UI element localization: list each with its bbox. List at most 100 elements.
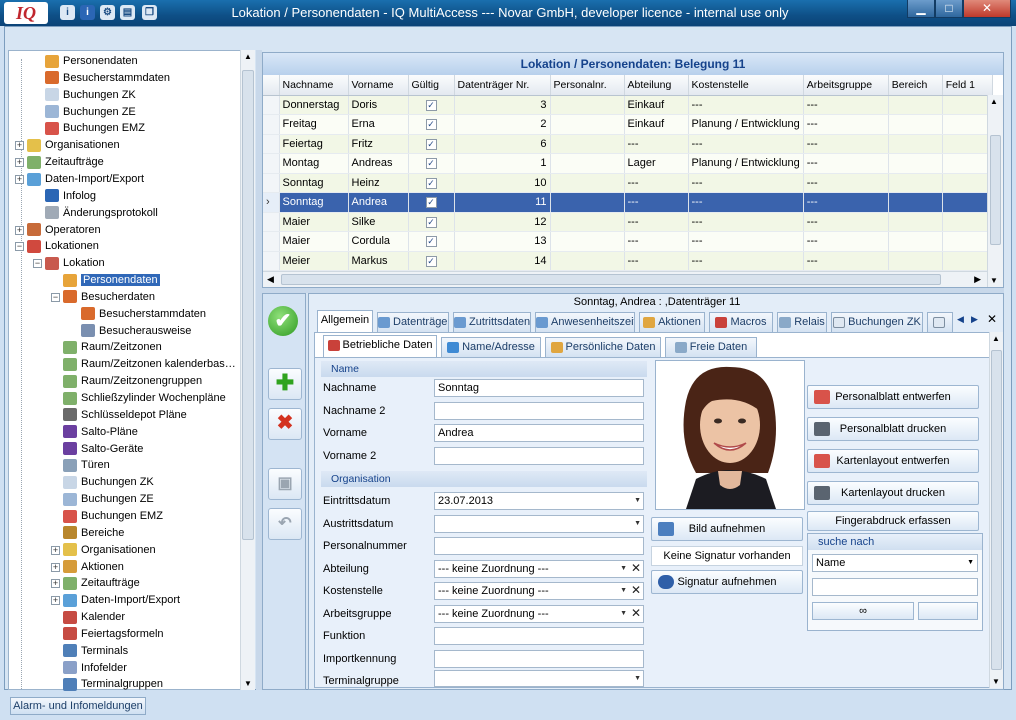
- terminalgruppe-field[interactable]: ▼: [434, 670, 644, 687]
- row-indicator[interactable]: [263, 134, 280, 154]
- valid-checkbox[interactable]: ✓: [408, 231, 455, 252]
- tab-more[interactable]: [927, 312, 953, 332]
- document-icon[interactable]: ▤: [120, 5, 135, 20]
- table-cell[interactable]: [888, 134, 943, 154]
- column-header[interactable]: Gültig: [408, 75, 455, 96]
- table-cell[interactable]: [942, 134, 993, 154]
- table-cell[interactable]: 11: [454, 192, 551, 213]
- table-cell[interactable]: Planung / Entwicklung: [688, 153, 804, 174]
- search-type-select[interactable]: Name ▼: [812, 554, 978, 572]
- info-icon[interactable]: i: [80, 5, 95, 20]
- table-cell[interactable]: Lager: [624, 153, 689, 174]
- alarm-info-tab[interactable]: Alarm- und Infomeldungen: [10, 697, 146, 715]
- clear-icon[interactable]: ✕: [631, 560, 641, 576]
- tree-item[interactable]: Terminals: [63, 643, 128, 660]
- tree-item[interactable]: Kalender: [63, 609, 125, 626]
- fingerabdruck-button[interactable]: Fingerabdruck erfassen: [807, 511, 979, 531]
- dropdown-arrow-icon[interactable]: ▼: [967, 555, 974, 571]
- clear-icon[interactable]: ✕: [631, 605, 641, 621]
- table-cell[interactable]: [942, 95, 993, 115]
- table-cell[interactable]: ---: [803, 134, 889, 154]
- scroll-up-icon[interactable]: ▲: [242, 52, 254, 61]
- search-reset-button[interactable]: [918, 602, 978, 620]
- tree-item[interactable]: Besucherausweise: [81, 323, 191, 340]
- tree-item[interactable]: Personendaten: [45, 53, 138, 70]
- column-header[interactable]: Personalnr.: [550, 75, 625, 96]
- tree-item[interactable]: Buchungen ZE: [45, 104, 136, 121]
- table-cell[interactable]: [942, 153, 993, 174]
- table-cell[interactable]: 3: [454, 95, 551, 115]
- table-cell[interactable]: [550, 251, 625, 271]
- tree-item[interactable]: Türen: [63, 457, 110, 474]
- table-cell[interactable]: Andrea: [348, 192, 409, 213]
- tab-datentraeger[interactable]: Datenträger: [377, 312, 449, 332]
- valid-checkbox[interactable]: ✓: [408, 192, 455, 213]
- table-cell[interactable]: [942, 173, 993, 193]
- tree-item[interactable]: + Operatoren: [15, 222, 101, 239]
- dropdown-arrow-icon[interactable]: ▼: [620, 561, 627, 577]
- tree-item[interactable]: − Besucherdaten: [51, 289, 155, 306]
- table-cell[interactable]: [942, 192, 993, 213]
- table-cell[interactable]: ---: [624, 212, 689, 232]
- tree-scrollbar[interactable]: ▲ ▼: [240, 50, 255, 690]
- table-cell[interactable]: Heinz: [348, 173, 409, 193]
- kostenstelle-select[interactable]: --- keine Zuordnung --- ▼ ✕: [434, 582, 644, 600]
- tree-item[interactable]: Terminalgruppen: [63, 676, 163, 693]
- table-cell[interactable]: 10: [454, 173, 551, 193]
- nachname2-field[interactable]: [434, 402, 644, 420]
- table-cell[interactable]: ---: [688, 95, 804, 115]
- confirm-button[interactable]: ✔: [268, 306, 302, 338]
- table-cell[interactable]: [550, 114, 625, 135]
- tree-item[interactable]: + Zeitaufträge: [51, 575, 140, 592]
- collapse-icon[interactable]: −: [15, 242, 24, 252]
- table-cell[interactable]: [888, 192, 943, 213]
- row-indicator[interactable]: [263, 173, 280, 193]
- table-cell[interactable]: [550, 153, 625, 174]
- tree-scroll-thumb[interactable]: [242, 70, 254, 540]
- tree-item[interactable]: + Zeitaufträge: [15, 154, 104, 171]
- add-button[interactable]: ✚: [268, 368, 302, 400]
- table-row[interactable]: Donnerstag Doris ✓ 3 Einkauf --- ---: [263, 95, 993, 115]
- expand-icon[interactable]: +: [51, 596, 60, 606]
- table-cell[interactable]: ---: [624, 231, 689, 252]
- tree-item[interactable]: Buchungen EMZ: [45, 120, 145, 137]
- collapse-icon[interactable]: −: [51, 292, 60, 302]
- table-cell[interactable]: [550, 134, 625, 154]
- tree-item[interactable]: Buchungen EMZ: [63, 508, 163, 525]
- table-cell[interactable]: 14: [454, 251, 551, 271]
- table-cell[interactable]: Sonntag: [279, 192, 349, 213]
- grid-hscroll-thumb[interactable]: [281, 274, 941, 285]
- eintrittsdatum-field[interactable]: 23.07.2013 ▼: [434, 492, 644, 510]
- column-header[interactable]: Vorname: [348, 75, 409, 96]
- tree-item[interactable]: Buchungen ZK: [63, 474, 154, 491]
- table-cell[interactable]: Maier: [279, 231, 349, 252]
- checkbox-checked-icon[interactable]: ✓: [425, 99, 437, 111]
- table-cell[interactable]: Andreas: [348, 153, 409, 174]
- table-cell[interactable]: [942, 231, 993, 252]
- tab-scroll-right-icon[interactable]: ▶: [971, 314, 978, 325]
- row-indicator[interactable]: [263, 251, 280, 271]
- tree-item[interactable]: Salto-Geräte: [63, 441, 143, 458]
- table-cell[interactable]: ---: [624, 251, 689, 271]
- scroll-down-icon[interactable]: ▼: [990, 276, 998, 285]
- delete-button[interactable]: ✖: [268, 408, 302, 440]
- table-cell[interactable]: ---: [624, 192, 689, 213]
- checkbox-checked-icon[interactable]: ✓: [425, 158, 437, 170]
- checkbox-checked-icon[interactable]: ✓: [425, 236, 437, 248]
- table-cell[interactable]: 6: [454, 134, 551, 154]
- column-header[interactable]: Feld 1: [942, 75, 993, 96]
- tree-item[interactable]: Infofelder: [63, 660, 127, 677]
- table-cell[interactable]: [550, 231, 625, 252]
- nachname-field[interactable]: Sonntag: [434, 379, 644, 397]
- valid-checkbox[interactable]: ✓: [408, 173, 455, 193]
- vorname2-field[interactable]: [434, 447, 644, 465]
- table-cell[interactable]: [888, 251, 943, 271]
- tree-item[interactable]: Besucherstammdaten: [45, 70, 170, 87]
- column-header[interactable]: Arbeitsgruppe: [803, 75, 889, 96]
- row-indicator[interactable]: [263, 153, 280, 174]
- kartenlayout-entwerfen-button[interactable]: Kartenlayout entwerfen: [807, 449, 979, 473]
- row-indicator[interactable]: [263, 212, 280, 232]
- copy-icon[interactable]: ❐: [142, 5, 157, 20]
- scroll-down-icon[interactable]: ▼: [992, 677, 1000, 686]
- clear-icon[interactable]: ✕: [631, 582, 641, 598]
